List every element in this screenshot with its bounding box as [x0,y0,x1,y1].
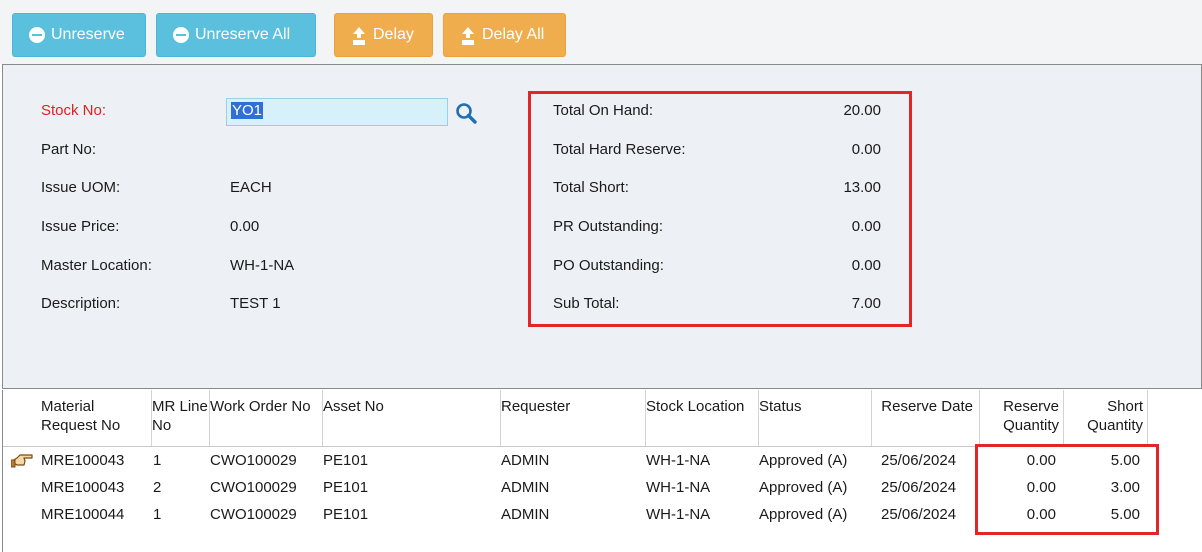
cell-wo-no: CWO100029 [210,452,297,469]
col-header-reserve-date-label: Reserve Date [881,398,973,415]
delay-all-label: Delay All [482,26,545,43]
sub-total-label: Sub Total: [553,295,620,312]
description-value: TEST 1 [230,295,281,312]
issue-uom-label: Issue UOM: [41,179,121,196]
cell-reserve-date: 25/06/2024 [881,452,957,469]
col-header-short-qty-line1: Short [1107,398,1143,415]
total-on-hand-value: 20.00 [843,102,881,119]
col-header-mr-line-line1: MR Line [152,398,208,415]
col-header-reserve-qty-line2: Quantity [1003,417,1059,434]
col-header-short-qty[interactable]: Short Quantity [1064,390,1148,446]
cell-stock-location: WH-1-NA [646,506,711,523]
cell-mr-no: MRE100043 [41,452,125,469]
toolbar: Unreserve Unreserve All Delay Delay All [0,0,1202,64]
cell-reserve-date: 25/06/2024 [881,506,957,523]
pointing-hand-icon [11,454,33,468]
col-header-wo-no[interactable]: Work Order No [210,390,323,446]
description-label: Description: [41,295,121,312]
col-header-reserve-qty-line1: Reserve [1003,398,1059,415]
pr-outstanding-value: 0.00 [851,218,881,235]
delay-label: Delay [373,26,414,43]
col-header-requester[interactable]: Requester [501,390,646,446]
cell-mr-line: 2 [153,479,162,496]
po-outstanding-value: 0.00 [851,257,881,274]
col-header-asset-no[interactable]: Asset No [323,390,501,446]
stock-no-value: YO1 [231,102,264,119]
cell-wo-no: CWO100029 [210,479,297,496]
cell-reserve-date: 25/06/2024 [881,479,957,496]
total-short-label: Total Short: [553,179,629,196]
cell-asset-no: PE101 [323,506,369,523]
col-header-mr-no-line2: Request No [41,417,121,434]
cell-requester: ADMIN [501,452,550,469]
cell-mr-line: 1 [153,452,162,469]
cell-stock-location: WH-1-NA [646,452,711,469]
totals-highlight-box: Total On Hand: 20.00 Total Hard Reserve:… [528,91,912,327]
total-hard-reserve-value: 0.00 [851,141,881,158]
minus-circle-icon [29,27,45,43]
col-header-short-qty-line2: Quantity [1087,417,1143,434]
col-header-mr-no-line1: Material [41,398,95,415]
search-icon[interactable] [455,102,477,124]
unreserve-button[interactable]: Unreserve [12,13,146,57]
sub-total-value: 7.00 [851,295,881,312]
upload-icon [460,27,476,43]
cell-requester: ADMIN [501,506,550,523]
delay-button[interactable]: Delay [334,13,433,57]
col-header-reserve-date[interactable]: Reserve Date [872,390,980,446]
po-outstanding-label: PO Outstanding: [553,257,664,274]
col-header-wo-no-label: Work Order No [210,398,311,415]
cell-status: Approved (A) [759,452,848,469]
issue-price-label: Issue Price: [41,218,120,235]
col-header-stock-location[interactable]: Stock Location [646,390,759,446]
total-on-hand-label: Total On Hand: [553,102,654,119]
delay-all-button[interactable]: Delay All [443,13,566,57]
cell-status: Approved (A) [759,506,848,523]
stock-no-input[interactable]: YO1 [226,98,448,126]
cell-status: Approved (A) [759,479,848,496]
unreserve-all-label: Unreserve All [195,26,291,43]
issue-price-value: 0.00 [230,218,260,235]
cell-wo-no: CWO100029 [210,506,297,523]
col-header-mr-line-line2: No [152,417,172,434]
unreserve-label: Unreserve [51,26,125,43]
stock-no-label: Stock No: [41,102,107,119]
cell-asset-no: PE101 [323,452,369,469]
stock-detail-panel: Stock No: YO1 Part No: Issue UOM: EACH I… [2,64,1202,389]
part-no-label: Part No: [41,141,97,158]
minus-circle-icon [173,27,189,43]
cell-mr-no: MRE100043 [41,479,125,496]
col-header-status[interactable]: Status [759,390,872,446]
master-location-label: Master Location: [41,257,152,274]
issue-uom-value: EACH [230,179,272,196]
col-header-status-label: Status [759,398,802,415]
total-hard-reserve-label: Total Hard Reserve: [553,141,686,158]
quantity-highlight-box [975,444,1159,535]
col-header-requester-label: Requester [501,398,571,415]
total-short-value: 13.00 [843,179,881,196]
cell-mr-line: 1 [153,506,162,523]
reservation-grid: Material Request No MR Line No Work Orde… [2,390,1202,552]
cell-asset-no: PE101 [323,479,369,496]
col-header-asset-no-label: Asset No [323,398,384,415]
master-location-value: WH-1-NA [230,257,295,274]
upload-icon [351,27,367,43]
col-header-reserve-qty[interactable]: Reserve Quantity [980,390,1064,446]
unreserve-all-button[interactable]: Unreserve All [156,13,316,57]
cell-stock-location: WH-1-NA [646,479,711,496]
cell-requester: ADMIN [501,479,550,496]
pr-outstanding-label: PR Outstanding: [553,218,664,235]
col-header-stock-location-label: Stock Location [646,398,745,415]
cell-mr-no: MRE100044 [41,506,125,523]
col-header-mr-no[interactable]: Material Request No [41,390,152,446]
col-header-mr-line[interactable]: MR Line No [152,390,210,446]
